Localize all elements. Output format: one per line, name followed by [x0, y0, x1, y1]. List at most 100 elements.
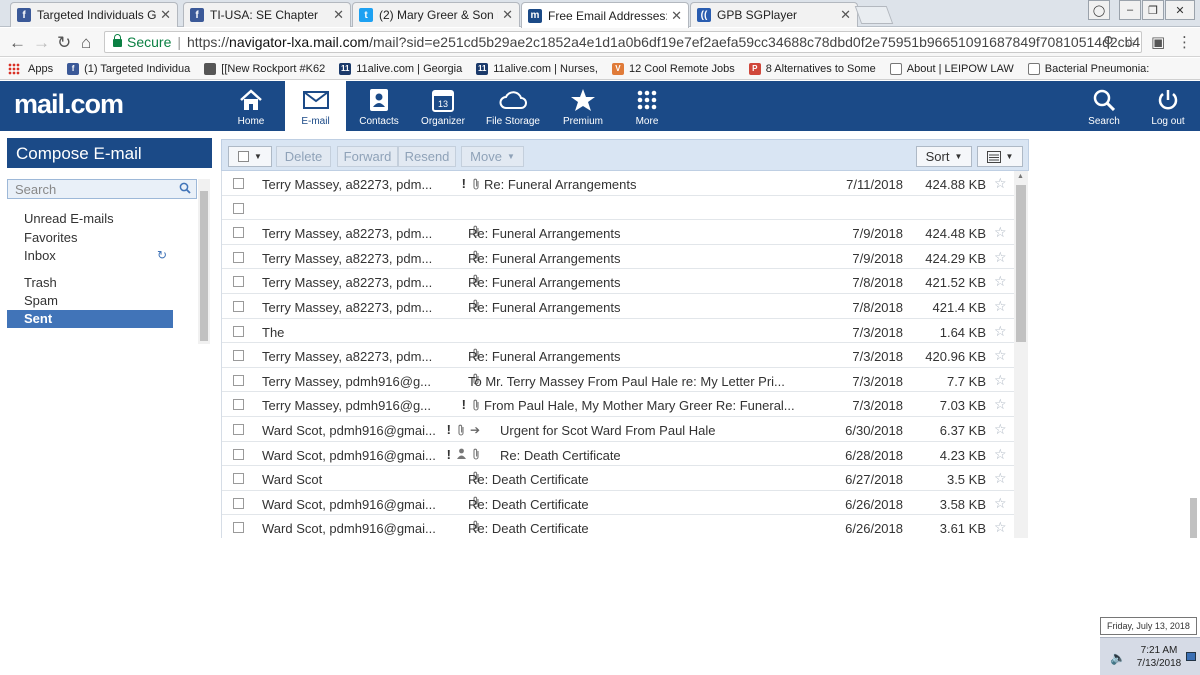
email-checkbox[interactable]: [233, 251, 244, 263]
folder-search-input[interactable]: Search: [7, 179, 197, 199]
search-icon[interactable]: [179, 182, 191, 197]
delete-button[interactable]: Delete: [276, 146, 331, 167]
email-row[interactable]: Ward Scot, pdmh916@gmai... Re: Death Cert…: [222, 491, 1014, 516]
reload-icon[interactable]: ↻: [57, 33, 71, 53]
scroll-thumb[interactable]: [1016, 185, 1026, 342]
email-checkbox[interactable]: [233, 473, 244, 485]
star-icon[interactable]: ☆: [994, 396, 1007, 413]
email-row[interactable]: [222, 196, 1014, 221]
star-icon[interactable]: ☆: [994, 372, 1007, 389]
new-tab-button[interactable]: [854, 6, 894, 24]
resend-button[interactable]: Resend: [398, 146, 456, 167]
bookmark-item[interactable]: f (1) Targeted Individua: [67, 62, 190, 75]
minimize-button[interactable]: –: [1119, 0, 1141, 20]
select-all-dropdown[interactable]: ▼: [228, 146, 272, 167]
email-checkbox[interactable]: [233, 301, 244, 312]
bookmark-item[interactable]: 11 11alive.com | Georgia: [339, 62, 462, 75]
forward-icon[interactable]: →: [33, 33, 50, 53]
mail-list-scrollbar[interactable]: ▲: [1014, 171, 1028, 538]
folder-favorites[interactable]: Favorites: [7, 229, 173, 247]
close-icon[interactable]: ✕: [502, 7, 513, 23]
star-icon[interactable]: ☆: [994, 470, 1007, 487]
email-checkbox[interactable]: [233, 202, 244, 214]
star-icon[interactable]: ☆: [994, 323, 1007, 340]
email-checkbox[interactable]: [233, 448, 244, 460]
folder-sent[interactable]: Sent: [7, 310, 173, 328]
close-icon[interactable]: ✕: [160, 7, 171, 23]
star-icon[interactable]: ☆: [994, 298, 1007, 315]
bookmark-star-icon[interactable]: ☆: [1124, 33, 1137, 51]
star-icon[interactable]: ☆: [994, 519, 1007, 536]
view-options-button[interactable]: ▼: [977, 146, 1023, 167]
email-row[interactable]: Ward Scot, pdmh916@gmai...! ➔ Urgent for S…: [222, 417, 1014, 442]
email-checkbox[interactable]: [233, 178, 244, 189]
compose-button[interactable]: Compose E-mail: [7, 138, 212, 168]
page-scrollbar[interactable]: [1187, 138, 1200, 538]
action-center-icon[interactable]: [1186, 652, 1196, 661]
email-checkbox[interactable]: [233, 276, 244, 288]
email-row[interactable]: Ward Scot, pdmh916@gmai...! Re: Death Cer…: [222, 442, 1014, 467]
star-icon[interactable]: ☆: [994, 495, 1007, 512]
nav-e-mail[interactable]: E-mail: [285, 81, 346, 131]
folder-trash[interactable]: Trash: [7, 274, 173, 292]
email-checkbox[interactable]: [233, 227, 244, 239]
email-checkbox[interactable]: [233, 325, 244, 337]
email-row[interactable]: Terry Massey, a82273, pdm... Re: Funeral …: [222, 343, 1014, 368]
email-row[interactable]: Terry Massey, a82273, pdm...! Re: Funeral…: [222, 171, 1014, 196]
browser-tab[interactable]: t (2) Mary Greer & Son Paul ✕: [352, 2, 520, 27]
email-row[interactable]: Terry Massey, a82273, pdm... Re: Funeral …: [222, 220, 1014, 245]
bookmark-item[interactable]: About | LEIPOW LAW: [889, 62, 1014, 75]
move-button[interactable]: Move ▼: [461, 146, 524, 167]
email-checkbox[interactable]: [233, 424, 244, 435]
browser-tab[interactable]: m Free Email Addresses: Web✕: [521, 2, 689, 28]
sort-button[interactable]: Sort ▼: [916, 146, 972, 167]
select-all-checkbox[interactable]: [238, 151, 250, 162]
email-row[interactable]: Terry Massey, a82273, pdm... Re: Funeral …: [222, 245, 1014, 270]
scroll-thumb[interactable]: [1190, 498, 1197, 538]
email-row[interactable]: Ward Scot, pdmh916@gmai... Re: Death Cert…: [222, 515, 1014, 538]
url-field[interactable]: Secure | https://navigator-lxa.mail.com/…: [104, 31, 1142, 53]
email-row[interactable]: The 7/3/2018 1.64 KB ☆: [222, 319, 1014, 344]
email-checkbox[interactable]: [233, 399, 244, 411]
folder-unread-e-mails[interactable]: Unread E-mails: [7, 210, 173, 228]
nav-log-out[interactable]: Log out: [1136, 81, 1200, 131]
close-window-button[interactable]: ✕: [1165, 0, 1195, 20]
bookmark-item[interactable]: Apps: [0, 62, 53, 75]
star-icon[interactable]: ☆: [994, 347, 1007, 364]
back-icon[interactable]: ←: [9, 33, 26, 53]
clock[interactable]: 7:21 AM 7/13/2018: [1130, 644, 1188, 670]
refresh-icon[interactable]: ↻: [157, 248, 167, 262]
star-icon[interactable]: ☆: [994, 273, 1007, 290]
nav-more[interactable]: More: [615, 81, 679, 131]
email-checkbox[interactable]: [233, 350, 244, 362]
nav-organizer[interactable]: 13 Organizer: [411, 81, 475, 131]
bookmark-item[interactable]: V 12 Cool Remote Jobs: [611, 62, 735, 75]
bookmark-item[interactable]: Bacterial Pneumonia:: [1027, 62, 1149, 75]
email-checkbox[interactable]: [233, 497, 244, 509]
star-icon[interactable]: ☆: [994, 249, 1007, 266]
user-icon[interactable]: ◯: [1088, 0, 1110, 20]
mailcom-logo[interactable]: mail.com: [14, 89, 124, 120]
star-icon[interactable]: ☆: [994, 224, 1007, 241]
browser-tab[interactable]: f TI-USA: SE Chapter ✕: [183, 2, 351, 27]
forward-button[interactable]: Forward: [337, 146, 398, 167]
star-icon[interactable]: ☆: [994, 175, 1007, 192]
key-icon[interactable]: ⚲: [1103, 33, 1114, 51]
home-icon[interactable]: ⌂: [81, 33, 91, 53]
extension-icon[interactable]: ▣: [1151, 33, 1165, 51]
close-icon[interactable]: ✕: [840, 7, 851, 23]
nav-search[interactable]: Search: [1072, 81, 1136, 131]
bookmark-item[interactable]: 11 11alive.com | Nurses,: [476, 62, 598, 75]
folder-inbox[interactable]: Inbox: [7, 247, 173, 265]
sidebar-scrollbar[interactable]: [198, 179, 210, 344]
email-row[interactable]: Terry Massey, pdmh916@g...! From Paul Hal…: [222, 392, 1014, 417]
star-icon[interactable]: ☆: [994, 446, 1007, 463]
menu-icon[interactable]: ⋮: [1177, 33, 1192, 51]
star-icon[interactable]: ☆: [994, 421, 1007, 438]
email-row[interactable]: Terry Massey, a82273, pdm... Re: Funeral …: [222, 269, 1014, 294]
email-checkbox[interactable]: [233, 522, 244, 534]
restore-button[interactable]: ❐: [1142, 0, 1164, 20]
nav-file-storage[interactable]: File Storage: [481, 81, 545, 131]
folder-spam[interactable]: Spam: [7, 292, 173, 310]
email-checkbox[interactable]: [233, 374, 244, 386]
